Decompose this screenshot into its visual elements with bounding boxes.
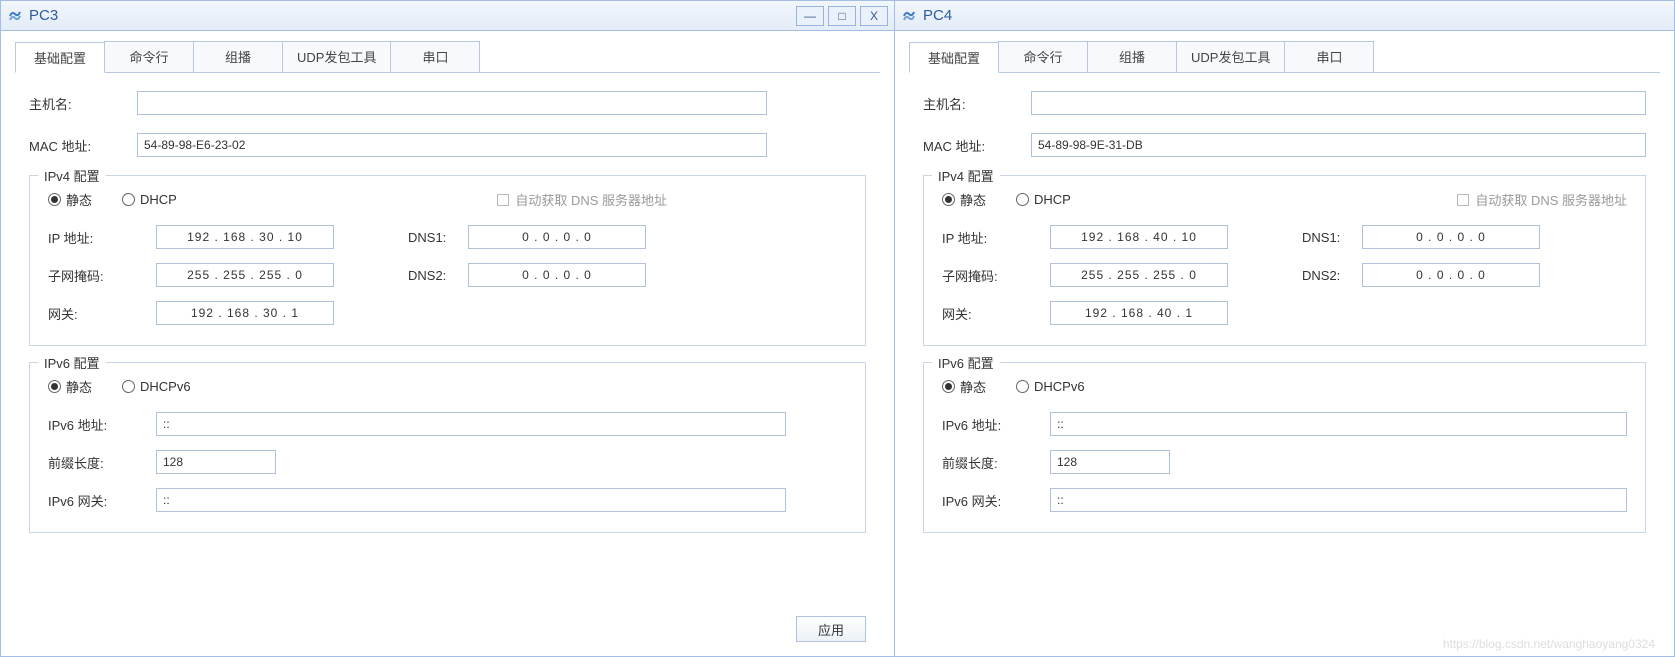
tab-udp[interactable]: UDP发包工具 — [282, 41, 391, 72]
titlebar: PC4 — [895, 1, 1674, 31]
ipv4-dhcp-radio[interactable]: DHCP — [122, 192, 177, 207]
mac-input[interactable]: 54-89-98-E6-23-02 — [137, 133, 767, 157]
tab-cli[interactable]: 命令行 — [998, 41, 1088, 72]
prefix-label: 前缀长度: — [48, 453, 156, 472]
ipv4-fieldset: IPv4 配置 静态 DHCP 自动获取 DNS 服务器地址 IP 地址:192… — [923, 175, 1646, 346]
ipv6-addr-label: IPv6 地址: — [942, 415, 1050, 434]
window-title: PC4 — [923, 7, 1668, 24]
gw-input[interactable]: 192 . 168 . 30 . 1 — [156, 301, 334, 325]
tab-bar: 基础配置 命令行 组播 UDP发包工具 串口 — [15, 41, 880, 73]
apply-button[interactable]: 应用 — [796, 616, 866, 642]
gw-label: 网关: — [48, 304, 156, 323]
app-icon — [901, 8, 917, 24]
hostname-input[interactable] — [1031, 91, 1646, 115]
mac-input[interactable]: 54-89-98-9E-31-DB — [1031, 133, 1646, 157]
ipv6-gw-label: IPv6 网关: — [942, 491, 1050, 510]
gw-input[interactable]: 192 . 168 . 40 . 1 — [1050, 301, 1228, 325]
button-row: 应用 — [1, 610, 894, 656]
ipv6-dhcp-radio[interactable]: DHCPv6 — [1016, 379, 1085, 394]
prefix-input[interactable]: 128 — [1050, 450, 1170, 474]
ipv6-gw-input[interactable]: :: — [1050, 488, 1627, 512]
maximize-button[interactable]: □ — [828, 6, 856, 26]
ipv4-legend: IPv4 配置 — [38, 166, 106, 185]
dns1-label: DNS1: — [1302, 230, 1362, 245]
ipv6-legend: IPv6 配置 — [932, 353, 1000, 372]
tab-serial[interactable]: 串口 — [1284, 41, 1374, 72]
content-area: 主机名: MAC 地址: 54-89-98-E6-23-02 IPv4 配置 静… — [1, 73, 894, 610]
mask-label: 子网掩码: — [48, 266, 156, 285]
minimize-button[interactable]: — — [796, 6, 824, 26]
window-title: PC3 — [29, 7, 792, 24]
watermark: https://blog.csdn.net/wanghaoyang0324 — [1443, 637, 1655, 651]
ipv6-legend: IPv6 配置 — [38, 353, 106, 372]
tab-serial[interactable]: 串口 — [390, 41, 480, 72]
mac-label: MAC 地址: — [923, 136, 1031, 155]
ip-label: IP 地址: — [48, 228, 156, 247]
ipv4-dhcp-radio[interactable]: DHCP — [1016, 192, 1071, 207]
ipv4-fieldset: IPv4 配置 静态 DHCP 自动获取 DNS 服务器地址 IP 地址:192… — [29, 175, 866, 346]
dns1-input[interactable]: 0 . 0 . 0 . 0 — [468, 225, 646, 249]
auto-dns-checkbox[interactable]: 自动获取 DNS 服务器地址 — [497, 190, 667, 209]
titlebar: PC3 — □ X — [1, 1, 894, 31]
hostname-label: 主机名: — [29, 94, 137, 113]
mask-label: 子网掩码: — [942, 266, 1050, 285]
tab-multicast[interactable]: 组播 — [1087, 41, 1177, 72]
dns2-label: DNS2: — [408, 268, 468, 283]
mask-input[interactable]: 255 . 255 . 255 . 0 — [156, 263, 334, 287]
ipv4-legend: IPv4 配置 — [932, 166, 1000, 185]
ipv6-addr-label: IPv6 地址: — [48, 415, 156, 434]
dns1-input[interactable]: 0 . 0 . 0 . 0 — [1362, 225, 1540, 249]
ipv6-static-radio[interactable]: 静态 — [942, 377, 986, 396]
dns2-input[interactable]: 0 . 0 . 0 . 0 — [468, 263, 646, 287]
gw-label: 网关: — [942, 304, 1050, 323]
window-pc3: PC3 — □ X 基础配置 命令行 组播 UDP发包工具 串口 主机名: MA… — [0, 0, 895, 657]
ip-input[interactable]: 192 . 168 . 40 . 10 — [1050, 225, 1228, 249]
hostname-label: 主机名: — [923, 94, 1031, 113]
ipv6-dhcp-radio[interactable]: DHCPv6 — [122, 379, 191, 394]
dns2-label: DNS2: — [1302, 268, 1362, 283]
mask-input[interactable]: 255 . 255 . 255 . 0 — [1050, 263, 1228, 287]
tab-bar: 基础配置 命令行 组播 UDP发包工具 串口 — [909, 41, 1660, 73]
ipv6-addr-input[interactable]: :: — [156, 412, 786, 436]
ipv6-fieldset: IPv6 配置 静态 DHCPv6 IPv6 地址::: 前缀长度:128 IP… — [29, 362, 866, 533]
ipv6-addr-input[interactable]: :: — [1050, 412, 1627, 436]
ipv6-gw-input[interactable]: :: — [156, 488, 786, 512]
tab-cli[interactable]: 命令行 — [104, 41, 194, 72]
hostname-input[interactable] — [137, 91, 767, 115]
tab-basic[interactable]: 基础配置 — [909, 42, 999, 73]
ipv4-static-radio[interactable]: 静态 — [48, 190, 92, 209]
ip-label: IP 地址: — [942, 228, 1050, 247]
window-pc4: PC4 基础配置 命令行 组播 UDP发包工具 串口 主机名: MAC 地址: … — [895, 0, 1675, 657]
mac-label: MAC 地址: — [29, 136, 137, 155]
dns2-input[interactable]: 0 . 0 . 0 . 0 — [1362, 263, 1540, 287]
ipv6-static-radio[interactable]: 静态 — [48, 377, 92, 396]
tab-multicast[interactable]: 组播 — [193, 41, 283, 72]
tab-basic[interactable]: 基础配置 — [15, 42, 105, 73]
ipv6-gw-label: IPv6 网关: — [48, 491, 156, 510]
tab-udp[interactable]: UDP发包工具 — [1176, 41, 1285, 72]
close-button[interactable]: X — [860, 6, 888, 26]
prefix-label: 前缀长度: — [942, 453, 1050, 472]
content-area: 主机名: MAC 地址: 54-89-98-9E-31-DB IPv4 配置 静… — [895, 73, 1674, 656]
ipv4-static-radio[interactable]: 静态 — [942, 190, 986, 209]
ipv6-fieldset: IPv6 配置 静态 DHCPv6 IPv6 地址::: 前缀长度:128 IP… — [923, 362, 1646, 533]
app-icon — [7, 8, 23, 24]
auto-dns-checkbox[interactable]: 自动获取 DNS 服务器地址 — [1457, 190, 1627, 209]
prefix-input[interactable]: 128 — [156, 450, 276, 474]
dns1-label: DNS1: — [408, 230, 468, 245]
ip-input[interactable]: 192 . 168 . 30 . 10 — [156, 225, 334, 249]
